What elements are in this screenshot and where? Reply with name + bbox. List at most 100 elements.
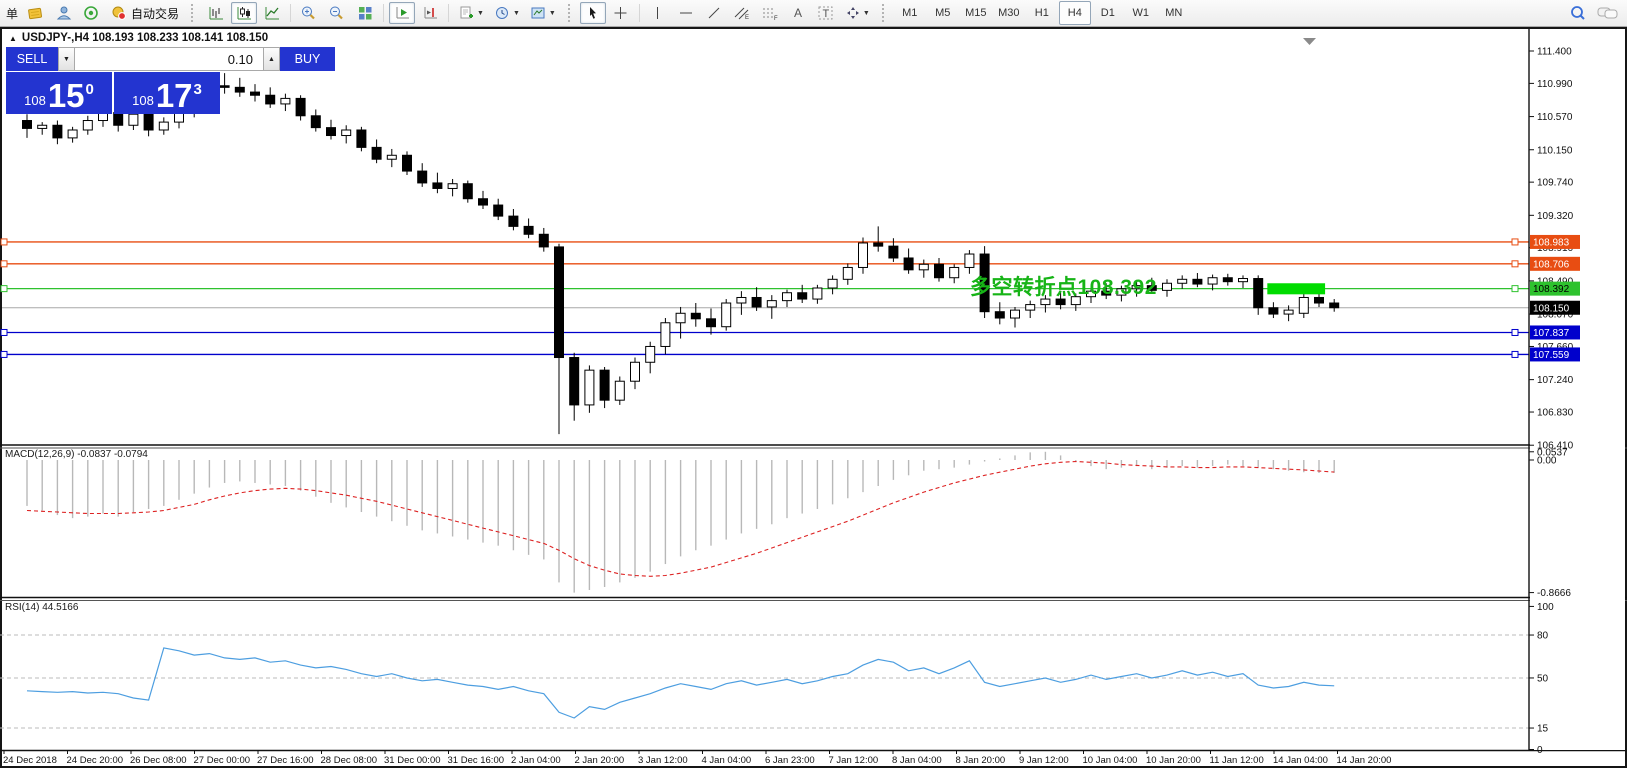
svg-text:10 Jan 20:00: 10 Jan 20:00 [1146, 755, 1201, 766]
chart-shift-icon[interactable] [417, 2, 443, 24]
svg-text:15: 15 [1537, 724, 1549, 735]
hline-handle[interactable] [1512, 329, 1518, 335]
svg-text:107.240: 107.240 [1537, 375, 1574, 386]
cursor-tool[interactable] [580, 2, 606, 24]
svg-text:3 Jan 12:00: 3 Jan 12:00 [638, 755, 688, 766]
crosshair-tool[interactable] [608, 2, 634, 24]
hline-handle[interactable] [1512, 239, 1518, 245]
hline-handle[interactable] [1, 351, 7, 357]
svg-text:14 Jan 04:00: 14 Jan 04:00 [1273, 755, 1328, 766]
timeframe-h1[interactable]: H1 [1026, 1, 1058, 25]
sell-price-box[interactable]: 108 15 0 [6, 72, 112, 114]
bar-chart-icon[interactable] [203, 2, 229, 24]
svg-text:A: A [794, 6, 802, 20]
auto-scroll-icon[interactable] [389, 2, 415, 24]
buy-button[interactable]: BUY [280, 47, 335, 71]
candlestick-chart-icon[interactable] [231, 2, 257, 24]
search-icon[interactable] [1565, 2, 1591, 24]
signal-icon[interactable] [78, 2, 104, 24]
hline-handle[interactable] [1, 239, 7, 245]
sell-price-pips: 15 [48, 81, 85, 111]
candlesticks [23, 73, 1339, 434]
zoom-in-icon[interactable] [296, 2, 322, 24]
timeframe-m1[interactable]: M1 [894, 1, 926, 25]
sell-button[interactable]: SELL [6, 47, 58, 71]
navigator-icon[interactable] [50, 2, 76, 24]
price-axis[interactable]: 111.400110.990110.570110.150109.740109.3… [1529, 29, 1625, 756]
svg-text:109.740: 109.740 [1537, 178, 1574, 189]
svg-text:14 Jan 20:00: 14 Jan 20:00 [1337, 755, 1392, 766]
line-chart-icon[interactable] [259, 2, 285, 24]
trendline-tool[interactable] [701, 2, 727, 24]
horizontal-line-tool[interactable] [673, 2, 699, 24]
svg-text:80: 80 [1537, 631, 1549, 642]
hline-handle[interactable] [1512, 286, 1518, 292]
chat-icon[interactable] [1593, 2, 1623, 24]
timeframe-mn[interactable]: MN [1158, 1, 1190, 25]
collapse-arrow-icon[interactable]: ▲ [9, 34, 17, 43]
toolbar-grip [882, 4, 888, 22]
timeframe-m5[interactable]: M5 [927, 1, 959, 25]
svg-text:27 Dec 00:00: 27 Dec 00:00 [194, 755, 251, 766]
svg-text:27 Dec 16:00: 27 Dec 16:00 [257, 755, 314, 766]
arrows-tool[interactable]: ▼ [841, 2, 874, 24]
svg-text:8 Jan 04:00: 8 Jan 04:00 [892, 755, 942, 766]
annotation-text[interactable]: 多空转折点108.392 [970, 271, 1157, 301]
macd-label: MACD(12,26,9) -0.0837 -0.0794 [5, 449, 148, 460]
svg-text:11 Jan 12:00: 11 Jan 12:00 [1210, 755, 1264, 766]
svg-text:100: 100 [1537, 602, 1554, 613]
timeframe-h4[interactable]: H4 [1059, 1, 1091, 25]
toolbar-separator [639, 4, 640, 22]
autotrading-icon [110, 5, 128, 21]
svg-text:2 Jan 04:00: 2 Jan 04:00 [511, 755, 561, 766]
time-axis[interactable]: 24 Dec 201824 Dec 20:0026 Dec 08:0027 De… [3, 750, 1391, 766]
svg-text:24 Dec 2018: 24 Dec 2018 [3, 755, 57, 766]
svg-text:107.559: 107.559 [1533, 350, 1570, 361]
buy-price-box[interactable]: 108 17 3 [114, 72, 220, 114]
svg-text:26 Dec 08:00: 26 Dec 08:00 [130, 755, 187, 766]
autotrading-button[interactable]: 自动交易 [106, 2, 183, 24]
dropdown-caret: ▼ [513, 10, 520, 17]
indicators-icon [458, 5, 475, 21]
timeframe-w1[interactable]: W1 [1125, 1, 1157, 25]
volume-decrease-button[interactable]: ▼ [58, 47, 75, 71]
text-tool[interactable]: A [785, 2, 811, 24]
text-label-tool[interactable]: T [813, 2, 839, 24]
hline-handle[interactable] [1, 329, 7, 335]
rsi-label: RSI(14) 44.5166 [5, 602, 78, 613]
toolbar-separator [383, 4, 384, 22]
volume-input[interactable] [75, 47, 263, 71]
rsi-line [27, 648, 1334, 718]
svg-text:9 Jan 12:00: 9 Jan 12:00 [1019, 755, 1069, 766]
svg-text:110.990: 110.990 [1537, 79, 1573, 90]
timeframe-m15[interactable]: M15 [960, 1, 992, 25]
svg-text:4 Jan 04:00: 4 Jan 04:00 [702, 755, 752, 766]
svg-text:110.570: 110.570 [1537, 112, 1573, 123]
hline-handle[interactable] [1512, 261, 1518, 267]
macd-pane [27, 452, 1334, 593]
new-order-button[interactable]: 单 [4, 5, 20, 22]
equidistant-channel-tool[interactable]: E [729, 2, 755, 24]
vertical-line-tool[interactable] [645, 2, 671, 24]
chart-canvas: 111.400110.990110.570110.150109.740109.3… [0, 0, 1627, 768]
hline-handle[interactable] [1512, 351, 1518, 357]
timeframe-d1[interactable]: D1 [1092, 1, 1124, 25]
svg-text:31 Dec 16:00: 31 Dec 16:00 [448, 755, 505, 766]
zoom-out-icon[interactable] [324, 2, 350, 24]
svg-text:50: 50 [1537, 673, 1549, 684]
timeframe-m30[interactable]: M30 [993, 1, 1025, 25]
panel-separators [0, 445, 1627, 751]
volume-increase-button[interactable]: ▲ [263, 47, 280, 71]
dropdown-caret: ▼ [477, 10, 484, 17]
periods-button[interactable]: ▼ [490, 2, 524, 24]
indicators-button[interactable]: ▼ [454, 2, 488, 24]
hline-handle[interactable] [1, 261, 7, 267]
market-watch-icon[interactable] [22, 2, 48, 24]
dropdown-caret: ▼ [549, 10, 556, 17]
hline-handle[interactable] [1, 286, 7, 292]
bar-shift-marker-icon[interactable] [1303, 38, 1316, 45]
tile-windows-icon[interactable] [352, 2, 378, 24]
templates-button[interactable]: ▼ [526, 2, 560, 24]
green-box-object[interactable] [1267, 283, 1325, 294]
fibonacci-tool[interactable]: F [757, 2, 783, 24]
